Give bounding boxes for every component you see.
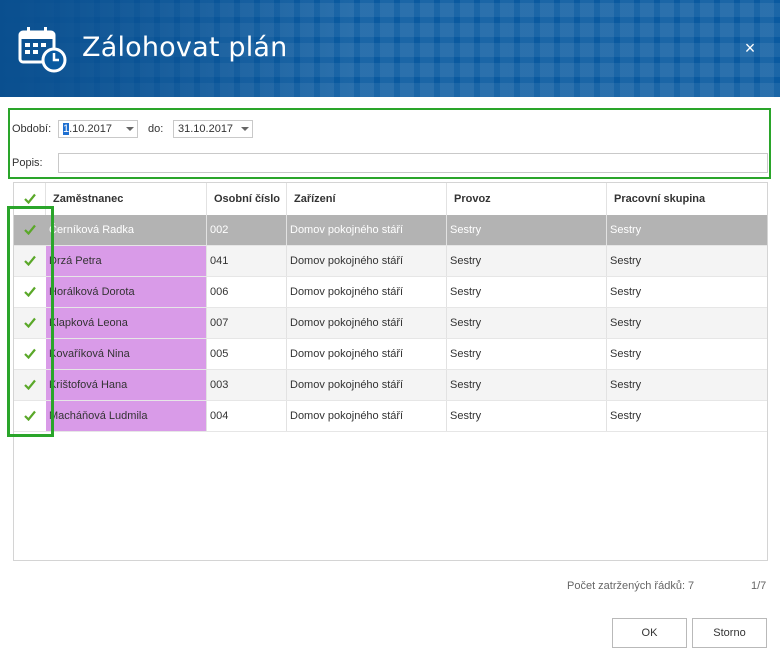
cell-facility: Domov pokojného stáří bbox=[287, 277, 447, 307]
cell-facility: Domov pokojného stáří bbox=[287, 339, 447, 369]
column-header-personal-number[interactable]: Osobní číslo bbox=[207, 183, 287, 215]
period-from-value: .10.2017 bbox=[69, 123, 112, 135]
description-input[interactable] bbox=[58, 153, 768, 173]
period-to-select[interactable]: 31.10.2017 bbox=[173, 120, 253, 138]
description-label: Popis: bbox=[12, 157, 43, 169]
cell-operation: Sestry bbox=[447, 277, 607, 307]
check-icon bbox=[24, 255, 36, 266]
chevron-down-icon[interactable] bbox=[241, 127, 249, 131]
table-row[interactable]: Černíková Radka 002 Domov pokojného stáří S… bbox=[14, 215, 767, 246]
cell-facility: Domov pokojného stáří bbox=[287, 370, 447, 400]
period-from-select[interactable]: 1.10.2017 bbox=[58, 120, 138, 138]
cell-personal-number: 002 bbox=[207, 215, 287, 245]
row-position: 1/7 bbox=[751, 580, 767, 592]
cell-employee-name: Horálková Dorota bbox=[46, 277, 207, 307]
cell-operation: Sestry bbox=[447, 339, 607, 369]
cell-work-group: Sestry bbox=[610, 410, 642, 422]
table-row[interactable]: Horálková Dorota 006 Domov pokojného stáří… bbox=[14, 277, 767, 308]
period-to-value: 31.10.2017 bbox=[178, 123, 234, 135]
employee-grid: Zaměstnanec Osobní číslo Zařízení Provoz… bbox=[13, 182, 768, 561]
check-icon bbox=[24, 410, 36, 421]
cell-work-group: Sestry bbox=[610, 286, 642, 298]
row-checkbox[interactable] bbox=[14, 246, 46, 276]
cell-operation: Sestry bbox=[447, 401, 607, 431]
cell-employee-name: Klapková Leona bbox=[46, 308, 207, 338]
cell-facility: Domov pokojného stáří bbox=[287, 401, 447, 431]
column-header-work-group[interactable]: Pracovní skupina bbox=[607, 183, 767, 215]
cell-work-group: Sestry bbox=[610, 379, 642, 391]
column-header-employee[interactable]: Zaměstnanec bbox=[46, 183, 207, 215]
cell-personal-number: 005 bbox=[207, 339, 287, 369]
table-row[interactable]: Klapková Leona 007 Domov pokojného stáří Se… bbox=[14, 308, 767, 339]
cell-employee-name: Černíková Radka bbox=[46, 215, 207, 245]
cell-operation: Sestry bbox=[447, 246, 607, 276]
checked-rows-count: Počet zatržených řádků: 7 bbox=[567, 580, 695, 592]
cell-facility: Domov pokojného stáří bbox=[287, 215, 447, 245]
chevron-down-icon[interactable] bbox=[126, 127, 134, 131]
cell-personal-number: 003 bbox=[207, 370, 287, 400]
close-icon[interactable]: × bbox=[740, 38, 760, 58]
check-icon bbox=[24, 224, 36, 235]
period-label: Období: bbox=[12, 123, 52, 135]
cell-employee-name: Kovaříková Nina bbox=[46, 339, 207, 369]
check-icon bbox=[24, 317, 36, 328]
row-checkbox[interactable] bbox=[14, 308, 46, 338]
column-header-operation[interactable]: Provoz bbox=[447, 183, 607, 215]
grid-header: Zaměstnanec Osobní číslo Zařízení Provoz… bbox=[14, 183, 767, 216]
cell-operation: Sestry bbox=[447, 370, 607, 400]
cell-facility: Domov pokojného stáří bbox=[287, 246, 447, 276]
row-checkbox[interactable] bbox=[14, 401, 46, 431]
cancel-button[interactable]: Storno bbox=[692, 618, 767, 648]
to-label: do: bbox=[148, 123, 164, 135]
table-row[interactable]: Macháňová Ludmila 004 Domov pokojného stář… bbox=[14, 401, 767, 432]
row-checkbox[interactable] bbox=[14, 215, 46, 245]
cell-employee-name: Drzá Petra bbox=[46, 246, 207, 276]
column-header-facility[interactable]: Zařízení bbox=[287, 183, 447, 215]
check-icon bbox=[24, 286, 36, 297]
cell-facility: Domov pokojného stáří bbox=[287, 308, 447, 338]
check-icon bbox=[24, 193, 36, 204]
ok-button[interactable]: OK bbox=[612, 618, 687, 648]
cell-work-group: Sestry bbox=[610, 317, 642, 329]
row-checkbox[interactable] bbox=[14, 339, 46, 369]
calendar-clock-icon bbox=[18, 27, 67, 73]
row-checkbox[interactable] bbox=[14, 370, 46, 400]
row-checkbox[interactable] bbox=[14, 277, 46, 307]
dialog-header: Zálohovat plán × bbox=[0, 0, 780, 97]
cell-operation: Sestry bbox=[447, 308, 607, 338]
cell-personal-number: 006 bbox=[207, 277, 287, 307]
select-all-checkbox[interactable] bbox=[14, 183, 46, 215]
check-icon bbox=[24, 348, 36, 359]
cell-personal-number: 041 bbox=[207, 246, 287, 276]
cell-employee-name: Krištofová Hana bbox=[46, 370, 207, 400]
cell-work-group: Sestry bbox=[610, 255, 642, 267]
cell-work-group: Sestry bbox=[610, 348, 642, 360]
cell-personal-number: 004 bbox=[207, 401, 287, 431]
dialog-title: Zálohovat plán bbox=[82, 32, 288, 63]
cell-personal-number: 007 bbox=[207, 308, 287, 338]
table-row[interactable]: Kovaříková Nina 005 Domov pokojného stáří S… bbox=[14, 339, 767, 370]
cell-work-group: Sestry bbox=[610, 224, 642, 236]
cell-employee-name: Macháňová Ludmila bbox=[46, 401, 207, 431]
cell-operation: Sestry bbox=[447, 215, 607, 245]
table-row[interactable]: Drzá Petra 041 Domov pokojného stáří Sestry… bbox=[14, 246, 767, 277]
table-row[interactable]: Krištofová Hana 003 Domov pokojného stáří S… bbox=[14, 370, 767, 401]
check-icon bbox=[24, 379, 36, 390]
